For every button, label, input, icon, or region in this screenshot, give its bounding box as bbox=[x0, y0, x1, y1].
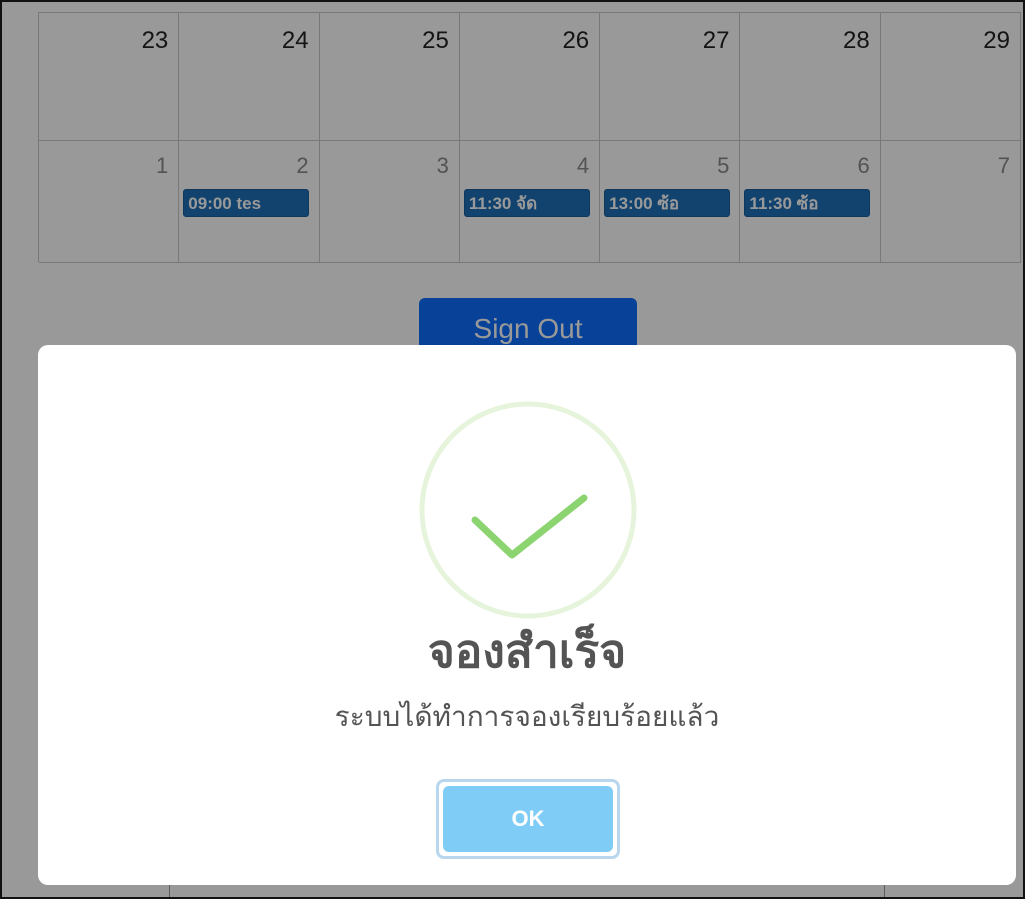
success-dialog: จองสำเร็จ ระบบได้ทำการจองเรียบร้อยแล้ว O… bbox=[38, 345, 1016, 885]
ok-button-focus-ring: OK bbox=[436, 779, 620, 859]
dialog-title: จองสำเร็จ bbox=[427, 624, 627, 678]
success-check-icon bbox=[418, 400, 638, 620]
dialog-message: ระบบได้ทำการจองเรียบร้อยแล้ว bbox=[334, 700, 720, 733]
app-frame: 23 24 25 26 27 28 29 1 2 09:00 tes 3 4 1… bbox=[0, 0, 1025, 899]
ok-button[interactable]: OK bbox=[443, 786, 613, 852]
